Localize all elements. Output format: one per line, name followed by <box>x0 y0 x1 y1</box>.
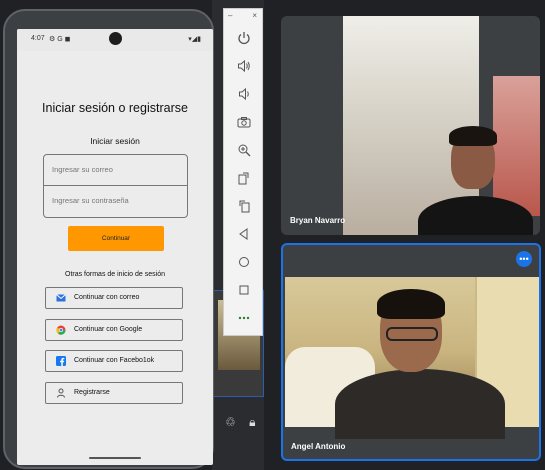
overview-icon[interactable] <box>234 280 254 300</box>
participant-video <box>343 16 540 235</box>
signal-battery-icons: ▾◢▮ <box>188 36 201 43</box>
login-header: Iniciar sesión <box>90 136 140 146</box>
participant-tile-active[interactable]: ••• Angel Antonio <box>281 243 541 461</box>
status-icons: ⚙ G ◼ <box>49 36 71 43</box>
register-button[interactable]: Registrarse <box>45 382 183 404</box>
status-bar: 4:07 ⚙ G ◼ ▾◢▮ <box>17 29 213 51</box>
mail-icon <box>56 294 66 302</box>
continue-button[interactable]: Continuar <box>68 226 164 251</box>
home-icon[interactable] <box>234 252 254 272</box>
status-time: 4:07 <box>31 35 45 42</box>
camera-icon[interactable] <box>234 112 254 132</box>
other-methods-label: Otras formas de inicio de sesión <box>65 271 165 278</box>
continue-facebook-button[interactable]: Continuar con Facebo1ok <box>45 350 183 372</box>
emulator-toolbar: – × <box>223 8 263 336</box>
continue-email-button[interactable]: Continuar con correo <box>45 287 183 309</box>
front-camera-icon <box>109 32 122 45</box>
alt-button-label: Continuar con Facebo1ok <box>74 357 155 364</box>
field-divider <box>44 185 187 186</box>
back-icon[interactable] <box>234 224 254 244</box>
alt-button-label: Registrarse <box>74 389 110 396</box>
continue-google-button[interactable]: Continuar con Google <box>45 319 183 341</box>
volume-down-icon[interactable] <box>234 84 254 104</box>
gesture-nav-bar[interactable] <box>89 457 141 459</box>
login-form <box>43 154 188 218</box>
zoom-icon[interactable] <box>234 140 254 160</box>
participant-name: Angel Antonio <box>291 442 346 451</box>
background-toolbar-icons: ♲ 🔒︎ <box>225 415 256 430</box>
email-field[interactable] <box>52 165 177 174</box>
phone-frame: 4:07 ⚙ G ◼ ▾◢▮ Iniciar sesión o registra… <box>3 9 214 469</box>
more-icon[interactable] <box>234 308 254 328</box>
more-options-button[interactable]: ••• <box>516 251 532 267</box>
sound-settings-icon[interactable]: ♲ <box>225 415 236 429</box>
close-button[interactable]: × <box>252 11 257 20</box>
rotate-left-icon[interactable] <box>234 168 254 188</box>
minimize-button[interactable]: – <box>228 11 232 20</box>
participant-name: Bryan Navarro <box>290 216 346 225</box>
page-title: Iniciar sesión o registrarse <box>42 101 188 115</box>
volume-up-icon[interactable] <box>234 56 254 76</box>
phone-screen: 4:07 ⚙ G ◼ ▾◢▮ Iniciar sesión o registra… <box>17 29 213 465</box>
person-icon <box>57 388 65 398</box>
participant-video <box>285 277 539 439</box>
password-field[interactable] <box>52 196 177 205</box>
lock-icon[interactable]: 🔒︎ <box>249 415 255 429</box>
alt-button-label: Continuar con Google <box>74 326 143 333</box>
google-icon <box>56 325 66 335</box>
participant-tile[interactable]: Bryan Navarro <box>281 16 540 235</box>
rotate-right-icon[interactable] <box>234 196 254 216</box>
facebook-icon <box>56 356 66 366</box>
alt-button-label: Continuar con correo <box>74 294 140 301</box>
power-icon[interactable] <box>234 28 254 48</box>
